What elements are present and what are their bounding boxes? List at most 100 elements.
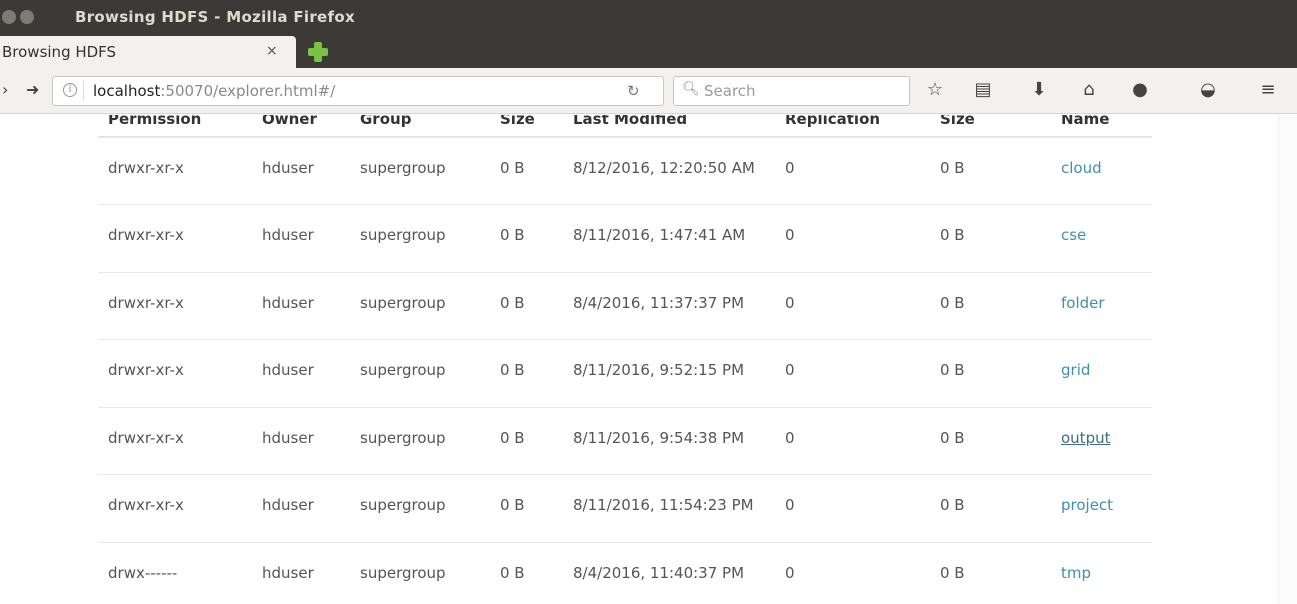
cell-block-size: 0 B <box>930 204 1051 272</box>
cell-group: supergroup <box>350 204 490 272</box>
file-name-link[interactable]: grid <box>1061 361 1090 379</box>
header-owner[interactable]: Owner <box>252 115 350 138</box>
cell-permission: drwxr-xr-x <box>98 474 252 542</box>
cell-size: 0 B <box>490 271 563 340</box>
page-content: Permission Owner Group Size Last Modifie… <box>0 115 1297 604</box>
cell-permission: drwx------ <box>98 541 252 604</box>
tab-label: Browsing HDFS <box>2 43 117 61</box>
minimize-window-icon[interactable] <box>20 10 34 24</box>
cell-owner: hduser <box>252 271 350 340</box>
cell-size: 0 B <box>490 204 563 272</box>
cell-owner: hduser <box>252 474 350 542</box>
cell-size: 0 B <box>490 474 563 542</box>
file-name-link[interactable]: project <box>1061 496 1113 514</box>
file-name-link[interactable]: output <box>1061 429 1110 447</box>
header-permission[interactable]: Permission <box>98 115 252 138</box>
search-bar[interactable]: 🔍︎ <box>673 76 910 106</box>
bookmark-star-icon[interactable]: ☆ <box>923 79 947 100</box>
back-icon[interactable]: › <box>2 80 8 99</box>
cell-replication: 0 <box>775 474 930 542</box>
table-row: drwxr-xr-x hduser supergroup 0 B 8/12/20… <box>98 136 1152 205</box>
header-group[interactable]: Group <box>350 115 490 138</box>
cell-group: supergroup <box>350 271 490 340</box>
cell-last-modified: 8/11/2016, 9:52:15 PM <box>563 339 775 407</box>
cell-block-size: 0 B <box>930 474 1051 542</box>
cell-block-size: 0 B <box>930 271 1051 340</box>
cell-permission: drwxr-xr-x <box>98 204 252 272</box>
cell-group: supergroup <box>350 339 490 407</box>
window-title: Browsing HDFS - Mozilla Firefox <box>75 8 355 26</box>
tab-strip: Browsing HDFS × <box>0 34 1297 68</box>
cell-block-size: 0 B <box>930 406 1051 475</box>
cell-last-modified: 8/4/2016, 11:40:37 PM <box>563 541 775 604</box>
forward-icon[interactable]: ➜ <box>26 80 39 99</box>
cell-permission: drwxr-xr-x <box>98 339 252 407</box>
file-name-link[interactable]: tmp <box>1061 564 1091 582</box>
reload-icon[interactable]: ↻ <box>627 82 640 100</box>
file-name-link[interactable]: folder <box>1061 294 1105 312</box>
cell-last-modified: 8/11/2016, 9:54:38 PM <box>563 406 775 475</box>
chat-icon[interactable]: ● <box>1128 79 1152 100</box>
cell-last-modified: 8/11/2016, 11:54:23 PM <box>563 474 775 542</box>
tab-close-icon[interactable]: × <box>266 43 278 59</box>
search-icon: 🔍︎ <box>682 81 700 97</box>
table-row: drwxr-xr-x hduser supergroup 0 B 8/11/20… <box>98 406 1152 475</box>
cell-replication: 0 <box>775 339 930 407</box>
cell-owner: hduser <box>252 136 350 205</box>
cell-size: 0 B <box>490 406 563 475</box>
vertical-scrollbar[interactable] <box>1278 115 1297 604</box>
url-path: :50070/explorer.html#/ <box>160 82 336 100</box>
cell-size: 0 B <box>490 541 563 604</box>
file-name-link[interactable]: cse <box>1061 226 1086 244</box>
cell-group: supergroup <box>350 541 490 604</box>
header-name[interactable]: Name <box>1051 115 1152 138</box>
table-header-row: Permission Owner Group Size Last Modifie… <box>98 115 1152 138</box>
cell-owner: hduser <box>252 541 350 604</box>
url-text[interactable]: localhost:50070/explorer.html#/ <box>93 82 335 100</box>
cell-block-size: 0 B <box>930 136 1051 205</box>
info-icon[interactable]: i <box>63 83 77 97</box>
cell-block-size: 0 B <box>930 541 1051 604</box>
header-size[interactable]: Size <box>490 115 563 138</box>
search-input[interactable] <box>704 81 904 101</box>
file-listing-table: Permission Owner Group Size Last Modifie… <box>98 115 1152 604</box>
cell-replication: 0 <box>775 406 930 475</box>
cell-permission: drwxr-xr-x <box>98 406 252 475</box>
pocket-icon[interactable]: ◒ <box>1196 79 1220 100</box>
url-host: localhost <box>93 82 161 100</box>
url-bar[interactable]: i localhost:50070/explorer.html#/ ↻ <box>52 76 664 106</box>
cell-size: 0 B <box>490 339 563 407</box>
new-tab-icon[interactable] <box>306 40 330 64</box>
home-icon[interactable]: ⌂ <box>1077 79 1101 100</box>
cell-size: 0 B <box>490 136 563 205</box>
table-row: drwx------ hduser supergroup 0 B 8/4/201… <box>98 541 1152 604</box>
cell-permission: drwxr-xr-x <box>98 136 252 205</box>
cell-group: supergroup <box>350 136 490 205</box>
cell-replication: 0 <box>775 204 930 272</box>
table-row: drwxr-xr-x hduser supergroup 0 B 8/11/20… <box>98 204 1152 272</box>
close-window-icon[interactable] <box>2 10 16 24</box>
header-block-size[interactable]: Size <box>930 115 1051 138</box>
file-name-link[interactable]: cloud <box>1061 159 1102 177</box>
cell-replication: 0 <box>775 541 930 604</box>
download-icon[interactable]: ⬇ <box>1027 79 1051 100</box>
menu-icon[interactable]: ≡ <box>1256 79 1280 100</box>
window-titlebar: Browsing HDFS - Mozilla Firefox <box>0 0 1297 34</box>
cell-replication: 0 <box>775 136 930 205</box>
cell-owner: hduser <box>252 406 350 475</box>
reading-list-icon[interactable]: ▤ <box>971 79 995 100</box>
header-last-modified[interactable]: Last Modified <box>563 115 775 138</box>
cell-block-size: 0 B <box>930 339 1051 407</box>
table-row: drwxr-xr-x hduser supergroup 0 B 8/4/201… <box>98 271 1152 340</box>
cell-permission: drwxr-xr-x <box>98 271 252 340</box>
cell-last-modified: 8/12/2016, 12:20:50 AM <box>563 136 775 205</box>
table-row: drwxr-xr-x hduser supergroup 0 B 8/11/20… <box>98 474 1152 542</box>
navigation-bar: › ➜ i localhost:50070/explorer.html#/ ↻ … <box>0 68 1297 114</box>
cell-owner: hduser <box>252 204 350 272</box>
tab-browsing-hdfs[interactable]: Browsing HDFS × <box>0 36 296 68</box>
header-replication[interactable]: Replication <box>775 115 930 138</box>
cell-last-modified: 8/11/2016, 1:47:41 AM <box>563 204 775 272</box>
cell-last-modified: 8/4/2016, 11:37:37 PM <box>563 271 775 340</box>
table-row: drwxr-xr-x hduser supergroup 0 B 8/11/20… <box>98 339 1152 407</box>
cell-owner: hduser <box>252 339 350 407</box>
